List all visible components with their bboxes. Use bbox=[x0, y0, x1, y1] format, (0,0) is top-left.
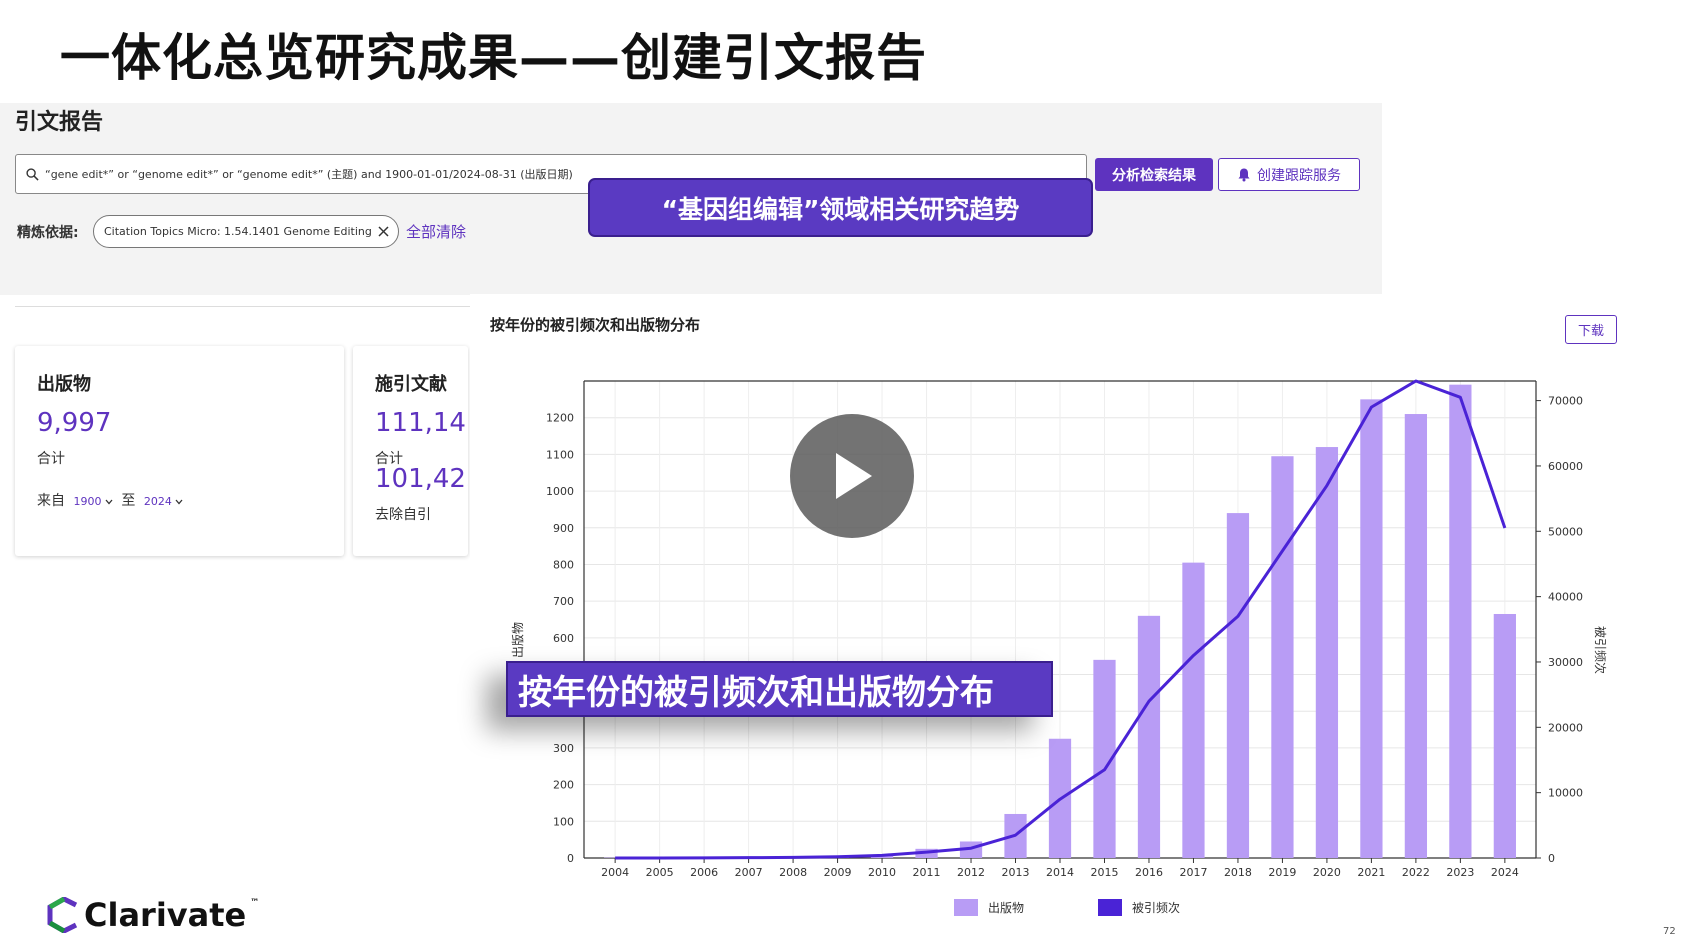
x-tick-label: 2013 bbox=[1002, 866, 1030, 879]
x-tick-label: 2016 bbox=[1135, 866, 1163, 879]
bar-2022 bbox=[1404, 414, 1428, 858]
subtitle-banner-text: 按年份的被引频次和出版物分布 bbox=[518, 672, 994, 713]
page-number: 72 bbox=[1663, 926, 1676, 937]
x-tick-label: 2010 bbox=[868, 866, 896, 879]
topic-banner-text: “基因组编辑”领域相关研究趋势 bbox=[661, 194, 1020, 224]
y-left-tick-label: 200 bbox=[553, 779, 574, 792]
topic-banner: “基因组编辑”领域相关研究趋势 bbox=[588, 178, 1093, 237]
x-tick-label: 2022 bbox=[1402, 866, 1430, 879]
y-right-tick-label: 40000 bbox=[1548, 591, 1583, 604]
y-left-tick-label: 100 bbox=[553, 815, 574, 828]
x-tick-label: 2008 bbox=[779, 866, 807, 879]
play-icon bbox=[836, 453, 872, 499]
bar-2016 bbox=[1137, 615, 1161, 858]
clarivate-logo-icon bbox=[47, 897, 78, 933]
clarivate-logo: Clarivate ™ bbox=[46, 896, 259, 934]
bar-2023 bbox=[1449, 384, 1472, 858]
y-left-tick-label: 800 bbox=[553, 558, 574, 571]
bar-2017 bbox=[1182, 562, 1205, 858]
x-tick-label: 2018 bbox=[1224, 866, 1252, 879]
x-tick-label: 2005 bbox=[646, 866, 674, 879]
x-tick-label: 2012 bbox=[957, 866, 985, 879]
x-tick-label: 2006 bbox=[690, 866, 718, 879]
x-tick-label: 2024 bbox=[1491, 866, 1519, 879]
legend-swatch-publications bbox=[954, 899, 978, 916]
y-left-tick-label: 900 bbox=[553, 522, 574, 535]
bar-2019 bbox=[1271, 456, 1294, 858]
subtitle-banner: 按年份的被引频次和出版物分布 bbox=[506, 661, 1053, 717]
y-left-tick-label: 700 bbox=[553, 595, 574, 608]
x-tick-label: 2017 bbox=[1179, 866, 1207, 879]
legend-label-publications: 出版物 bbox=[988, 901, 1024, 915]
logo-text: Clarivate bbox=[84, 896, 247, 934]
bar-2024 bbox=[1493, 613, 1516, 858]
y-left-tick-label: 600 bbox=[553, 632, 574, 645]
y-right-tick-label: 70000 bbox=[1548, 395, 1583, 408]
x-tick-label: 2015 bbox=[1090, 866, 1118, 879]
y-right-axis-label: 被引频次 bbox=[1593, 626, 1607, 674]
x-tick-label: 2023 bbox=[1446, 866, 1474, 879]
bar-2021 bbox=[1360, 399, 1383, 858]
logo-tm: ™ bbox=[250, 898, 260, 908]
bar-2020 bbox=[1315, 447, 1339, 858]
y-left-tick-label: 1000 bbox=[546, 485, 574, 498]
x-tick-label: 2009 bbox=[824, 866, 852, 879]
y-left-tick-label: 1200 bbox=[546, 412, 574, 425]
x-tick-label: 2014 bbox=[1046, 866, 1074, 879]
y-left-axis-label: 出版物 bbox=[511, 622, 525, 658]
y-left-tick-label: 300 bbox=[553, 742, 574, 755]
y-left-tick-label: 0 bbox=[567, 852, 574, 865]
y-right-tick-label: 60000 bbox=[1548, 460, 1583, 473]
y-right-tick-label: 10000 bbox=[1548, 787, 1583, 800]
x-tick-label: 2007 bbox=[735, 866, 763, 879]
x-tick-label: 2019 bbox=[1268, 866, 1296, 879]
y-right-tick-label: 50000 bbox=[1548, 525, 1583, 538]
x-tick-label: 2020 bbox=[1313, 866, 1341, 879]
x-tick-label: 2021 bbox=[1357, 866, 1385, 879]
bar-2018 bbox=[1226, 513, 1250, 858]
y-right-tick-label: 20000 bbox=[1548, 721, 1583, 734]
x-tick-label: 2004 bbox=[601, 866, 629, 879]
y-left-tick-label: 1100 bbox=[546, 448, 574, 461]
x-tick-label: 2011 bbox=[913, 866, 941, 879]
video-play-button[interactable] bbox=[790, 414, 914, 538]
y-right-tick-label: 0 bbox=[1548, 852, 1555, 865]
legend-swatch-citations bbox=[1098, 899, 1122, 916]
legend-label-citations: 被引频次 bbox=[1132, 901, 1180, 915]
y-right-tick-label: 30000 bbox=[1548, 656, 1583, 669]
